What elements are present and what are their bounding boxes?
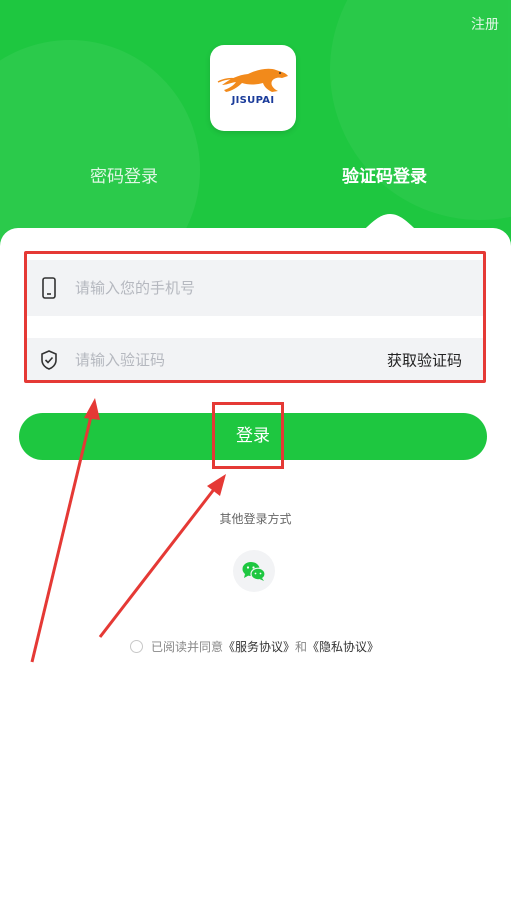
tab-code-login[interactable]: 验证码登录 xyxy=(342,162,427,187)
annotation-box-form xyxy=(24,251,486,383)
agreement-prefix: 已阅读并同意 xyxy=(151,639,224,654)
app-logo: JISUPAI xyxy=(210,45,296,131)
tab-password-login[interactable]: 密码登录 xyxy=(90,162,158,187)
agreement-and: 和 xyxy=(295,639,308,654)
other-login-label: 其他登录方式 xyxy=(219,512,292,526)
service-agreement-link[interactable]: 《服务协议》 xyxy=(223,638,295,655)
privacy-agreement-link[interactable]: 《隐私协议》 xyxy=(307,638,379,655)
annotation-box-login xyxy=(212,402,284,469)
cheetah-logo-icon xyxy=(217,68,288,92)
register-link[interactable]: 注册 xyxy=(471,14,499,34)
arrow-head-icon xyxy=(207,474,226,496)
header-decoration xyxy=(0,40,200,250)
logo-wordmark: JISUPAI xyxy=(231,95,275,106)
wechat-icon xyxy=(242,562,266,581)
agreement-row: 已阅读并同意 《服务协议》 和 《隐私协议》 xyxy=(130,638,379,654)
agreement-checkbox[interactable] xyxy=(130,639,143,653)
wechat-login-button[interactable] xyxy=(233,550,275,592)
